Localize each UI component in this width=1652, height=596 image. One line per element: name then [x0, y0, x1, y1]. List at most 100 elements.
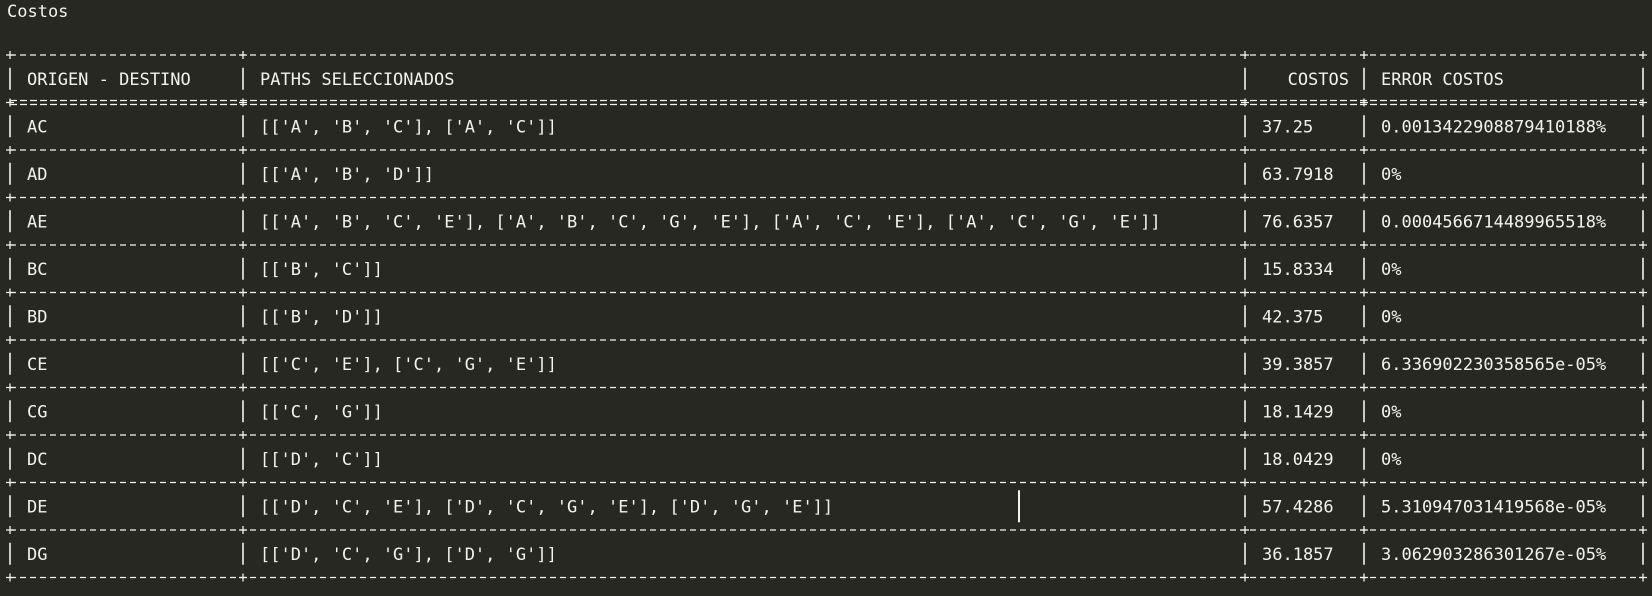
junction-plus: [1639, 383, 1647, 392]
cost-error-cell: 6.336902230358565e-05%: [1381, 355, 1606, 375]
junction-plus: [1360, 98, 1368, 107]
junction-plus: [1360, 241, 1368, 249]
junction-plus: [1360, 288, 1368, 297]
column-header: ERROR COSTOS: [1381, 70, 1504, 90]
junction-plus: [239, 573, 247, 582]
origin-destination-cell: DE: [27, 497, 47, 517]
junction-plus: [239, 146, 247, 154]
origin-destination-cell: CE: [27, 355, 47, 375]
junction-plus: [239, 51, 247, 59]
cost-error-cell: 0%: [1381, 307, 1401, 327]
selected-paths-cell: [['B', 'C']]: [260, 260, 383, 280]
ascii-table-grid: ORIGEN - DESTINO PATHS SELECCIONADOS COSTO…: [6, 51, 1647, 582]
junction-plus: [1360, 383, 1368, 392]
junction-plus: [6, 478, 14, 487]
junction-plus: [6, 98, 14, 107]
cost-error-cell: 0.0013422908879410188%: [1381, 117, 1606, 137]
junction-plus: [1639, 526, 1647, 534]
cost-error-cell: 5.310947031419568e-05%: [1381, 497, 1606, 517]
junction-plus: [1360, 573, 1368, 582]
junction-plus: [1360, 51, 1368, 59]
junction-plus: [1639, 478, 1647, 487]
origin-destination-cell: DC: [27, 450, 47, 470]
junction-plus: [239, 478, 247, 487]
junction-plus: [6, 51, 14, 59]
junction-plus: [1360, 431, 1368, 439]
junction-plus: [6, 431, 14, 439]
junction-plus: [1241, 383, 1249, 392]
junction-plus: [6, 336, 14, 344]
cost-cell: 76.6357: [1262, 212, 1334, 232]
junction-plus: [6, 526, 14, 534]
junction-plus: [1360, 336, 1368, 344]
cost-cell: 18.0429: [1262, 450, 1334, 470]
cost-cell: 15.8334: [1262, 260, 1334, 280]
cost-cell: 63.7918: [1262, 165, 1334, 185]
results-table: ORIGEN - DESTINO PATHS SELECCIONADOS COSTO…: [0, 45, 1652, 596]
junction-plus: [1241, 336, 1249, 344]
junction-plus: [6, 146, 14, 154]
cost-error-cell: 0%: [1381, 260, 1401, 280]
junction-plus: [1241, 288, 1249, 297]
selected-paths-cell: [['D', 'C', 'E'], ['D', 'C', 'G', 'E'], …: [260, 497, 833, 517]
selected-paths-cell: [['C', 'G']]: [260, 402, 383, 422]
junction-plus: [6, 288, 14, 297]
junction-plus: [239, 526, 247, 534]
origin-destination-cell: BC: [27, 260, 47, 280]
junction-plus: [1241, 241, 1249, 249]
cost-error-cell: 0%: [1381, 402, 1401, 422]
junction-plus: [6, 193, 14, 202]
cost-cell: 18.1429: [1262, 402, 1334, 422]
junction-plus: [1241, 573, 1249, 582]
junction-plus: [239, 383, 247, 392]
junction-plus: [1639, 431, 1647, 439]
junction-plus: [239, 98, 247, 107]
junction-plus: [1360, 146, 1368, 154]
junction-plus: [1639, 98, 1647, 107]
origin-destination-cell: AD: [27, 165, 47, 185]
junction-plus: [1639, 193, 1647, 202]
junction-plus: [239, 336, 247, 344]
junction-plus: [1360, 526, 1368, 534]
selected-paths-cell: [['B', 'D']]: [260, 307, 383, 327]
cost-error-cell: 0%: [1381, 165, 1401, 185]
origin-destination-cell: CG: [27, 402, 47, 422]
selected-paths-cell: [['C', 'E'], ['C', 'G', 'E']]: [260, 355, 557, 375]
selected-paths-cell: [['D', 'C']]: [260, 450, 383, 470]
cost-cell: 57.4286: [1262, 497, 1334, 517]
junction-plus: [1360, 193, 1368, 202]
column-header: PATHS SELECCIONADOS: [260, 70, 454, 90]
junction-plus: [1241, 478, 1249, 487]
junction-plus: [1241, 526, 1249, 534]
cost-error-cell: 0.0004566714489965518%: [1381, 212, 1606, 232]
junction-plus: [6, 573, 14, 582]
junction-plus: [1639, 51, 1647, 59]
cost-cell: 36.1857: [1262, 545, 1334, 565]
column-header: COSTOS: [1288, 70, 1349, 90]
cost-cell: 37.25: [1262, 117, 1313, 137]
junction-plus: [1241, 193, 1249, 202]
junction-plus: [1639, 241, 1647, 249]
selected-paths-cell: [['A', 'B', 'C', 'E'], ['A', 'B', 'C', '…: [260, 212, 1161, 232]
junction-plus: [1639, 573, 1647, 582]
cost-cell: 42.375: [1262, 307, 1323, 327]
junction-plus: [1241, 431, 1249, 439]
junction-plus: [6, 383, 14, 392]
junction-plus: [1360, 478, 1368, 487]
junction-plus: [6, 241, 14, 249]
origin-destination-cell: AE: [27, 212, 47, 232]
junction-plus: [239, 241, 247, 249]
page-title: Costos: [7, 2, 69, 22]
origin-destination-cell: DG: [27, 545, 47, 565]
cost-error-cell: 0%: [1381, 450, 1401, 470]
junction-plus: [1639, 146, 1647, 154]
column-header: ORIGEN - DESTINO: [27, 70, 191, 90]
junction-plus: [1241, 146, 1249, 154]
junction-plus: [1241, 98, 1249, 107]
junction-plus: [239, 431, 247, 439]
selected-paths-cell: [['A', 'B', 'D']]: [260, 165, 434, 185]
junction-plus: [1639, 336, 1647, 344]
junction-plus: [1241, 51, 1249, 59]
junction-plus: [239, 288, 247, 297]
cost-cell: 39.3857: [1262, 355, 1334, 375]
